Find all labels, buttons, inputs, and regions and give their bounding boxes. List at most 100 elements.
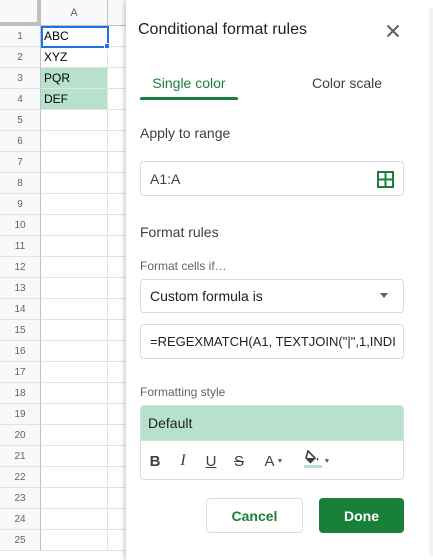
format-rules-label: Format rules bbox=[140, 224, 219, 240]
cell-a[interactable] bbox=[41, 131, 108, 152]
cell-a[interactable] bbox=[41, 173, 108, 194]
row-number[interactable]: 3 bbox=[0, 68, 41, 89]
apply-to-range-label: Apply to range bbox=[140, 125, 231, 141]
tab-single-color[interactable]: Single color bbox=[140, 70, 238, 100]
column-header-a[interactable]: A bbox=[41, 0, 108, 26]
italic-button[interactable]: I bbox=[174, 450, 192, 472]
cell-a[interactable] bbox=[41, 488, 108, 509]
cell-a[interactable] bbox=[41, 467, 108, 488]
format-cells-if-label: Format cells if… bbox=[140, 259, 227, 273]
sheet-row: 13 bbox=[0, 278, 135, 299]
chevron-down-icon bbox=[380, 293, 388, 298]
underline-button[interactable]: U bbox=[202, 450, 220, 472]
cell-a[interactable] bbox=[41, 425, 108, 446]
row-number[interactable]: 1 bbox=[0, 26, 41, 47]
cell-a[interactable] bbox=[41, 530, 108, 551]
row-number[interactable]: 10 bbox=[0, 215, 41, 236]
done-button[interactable]: Done bbox=[319, 498, 404, 533]
row-number[interactable]: 4 bbox=[0, 89, 41, 110]
cell-a[interactable]: ABC bbox=[41, 26, 108, 47]
row-number[interactable]: 21 bbox=[0, 446, 41, 467]
fill-handle[interactable] bbox=[104, 43, 110, 49]
paint-bucket-icon bbox=[303, 448, 322, 474]
cell-a[interactable] bbox=[41, 194, 108, 215]
row-number[interactable]: 2 bbox=[0, 47, 41, 68]
sheet-row: 20 bbox=[0, 425, 135, 446]
row-number[interactable]: 5 bbox=[0, 110, 41, 131]
fill-color-button[interactable]: ▼ bbox=[302, 448, 332, 474]
tab-color-scale[interactable]: Color scale bbox=[296, 70, 398, 100]
row-number[interactable]: 8 bbox=[0, 173, 41, 194]
cell-a[interactable] bbox=[41, 341, 108, 362]
row-number[interactable]: 15 bbox=[0, 320, 41, 341]
select-all-corner[interactable] bbox=[0, 0, 41, 26]
cell-a[interactable]: DEF bbox=[41, 89, 108, 110]
cell-a[interactable] bbox=[41, 383, 108, 404]
custom-formula-input[interactable]: =REGEXMATCH(A1, TEXTJOIN("|",1,INDI bbox=[140, 324, 404, 359]
cancel-button[interactable]: Cancel bbox=[206, 498, 303, 533]
sheet-row: 23 bbox=[0, 488, 135, 509]
row-number[interactable]: 7 bbox=[0, 152, 41, 173]
cell-a[interactable] bbox=[41, 257, 108, 278]
range-input[interactable]: A1:A bbox=[140, 161, 404, 196]
row-number[interactable]: 11 bbox=[0, 236, 41, 257]
sheet-row: 21 bbox=[0, 446, 135, 467]
style-preview[interactable]: Default bbox=[141, 406, 403, 441]
row-number[interactable]: 22 bbox=[0, 467, 41, 488]
sheet-row: 10 bbox=[0, 215, 135, 236]
row-number[interactable]: 13 bbox=[0, 278, 41, 299]
row-number[interactable]: 25 bbox=[0, 530, 41, 551]
cell-a[interactable] bbox=[41, 236, 108, 257]
cell-a[interactable] bbox=[41, 320, 108, 341]
sheet-row: 17 bbox=[0, 362, 135, 383]
cell-a[interactable] bbox=[41, 215, 108, 236]
row-number[interactable]: 9 bbox=[0, 194, 41, 215]
row-number[interactable]: 6 bbox=[0, 131, 41, 152]
sheet-row: 2 XYZ bbox=[0, 47, 135, 68]
formula-value: =REGEXMATCH(A1, TEXTJOIN("|",1,INDI bbox=[150, 334, 396, 349]
row-number[interactable]: 17 bbox=[0, 362, 41, 383]
row-number[interactable]: 18 bbox=[0, 383, 41, 404]
sheet-row: 19 bbox=[0, 404, 135, 425]
grid-select-icon[interactable] bbox=[377, 171, 394, 188]
sheet-row: 24 bbox=[0, 509, 135, 530]
cell-a[interactable]: PQR bbox=[41, 68, 108, 89]
sheet-row: 25 bbox=[0, 530, 135, 551]
row-number[interactable]: 19 bbox=[0, 404, 41, 425]
cell-a[interactable] bbox=[41, 278, 108, 299]
cell-a[interactable] bbox=[41, 362, 108, 383]
formatting-style-box: Default B I U S A ▼ ▼ bbox=[140, 405, 404, 480]
sheet-row: 11 bbox=[0, 236, 135, 257]
row-number[interactable]: 20 bbox=[0, 425, 41, 446]
strikethrough-button[interactable]: S bbox=[230, 450, 248, 472]
cell-a[interactable] bbox=[41, 404, 108, 425]
cell-a[interactable] bbox=[41, 110, 108, 131]
cell-a[interactable] bbox=[41, 299, 108, 320]
condition-value: Custom formula is bbox=[150, 288, 263, 304]
close-icon[interactable] bbox=[384, 22, 402, 40]
panel-title: Conditional format rules bbox=[138, 21, 307, 38]
text-color-button[interactable]: A ▼ bbox=[259, 450, 289, 472]
row-number[interactable]: 12 bbox=[0, 257, 41, 278]
sheet-row: 5 bbox=[0, 110, 135, 131]
bold-button[interactable]: B bbox=[146, 450, 164, 472]
row-number[interactable]: 23 bbox=[0, 488, 41, 509]
sheet-row: 8 bbox=[0, 173, 135, 194]
row-number[interactable]: 24 bbox=[0, 509, 41, 530]
condition-dropdown[interactable]: Custom formula is bbox=[140, 279, 404, 313]
cell-a[interactable] bbox=[41, 446, 108, 467]
cell-a[interactable]: XYZ bbox=[41, 47, 108, 68]
cell-a[interactable] bbox=[41, 509, 108, 530]
panel-scrollbar[interactable] bbox=[429, 8, 433, 556]
cell-a[interactable] bbox=[41, 152, 108, 173]
caret-down-icon: ▼ bbox=[323, 457, 331, 465]
row-number[interactable]: 14 bbox=[0, 299, 41, 320]
active-tab-indicator bbox=[140, 97, 238, 100]
sheet-row: 7 bbox=[0, 152, 135, 173]
sheet-rows: 1 ABC 2 XYZ 3 PQR 4 DEF 5 6 7 8 9 10 11 12 13 14 15 16 17 18 1… bbox=[0, 26, 135, 551]
row-number[interactable]: 16 bbox=[0, 341, 41, 362]
text-color-letter: A bbox=[264, 452, 275, 470]
sheet-row: 3 PQR bbox=[0, 68, 135, 89]
range-value: A1:A bbox=[150, 171, 181, 187]
sheet-row: 4 DEF bbox=[0, 89, 135, 110]
